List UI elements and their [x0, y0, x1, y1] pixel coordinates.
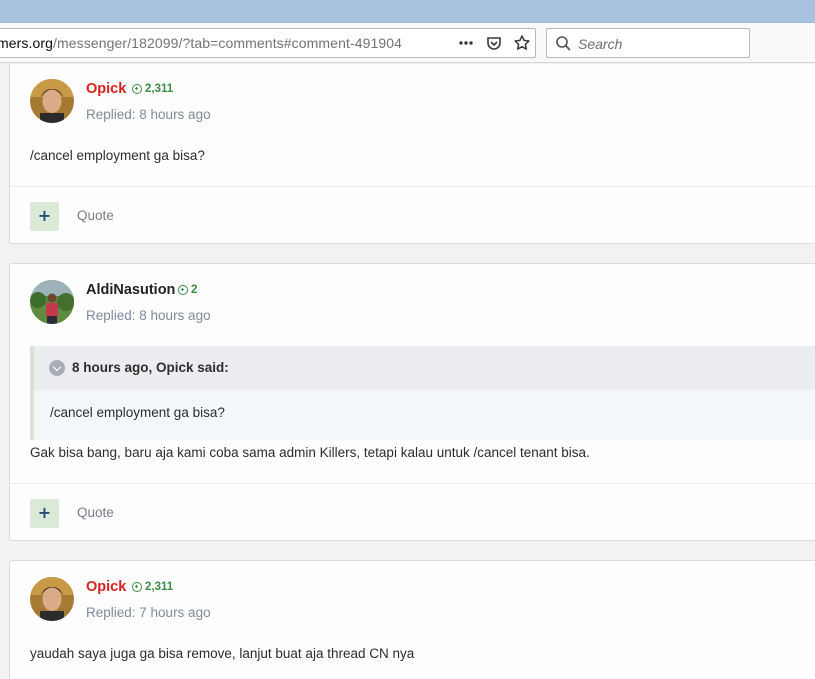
reply-time: Replied: 8 hours ago [86, 107, 211, 122]
avatar[interactable] [30, 280, 74, 324]
pocket-icon[interactable] [485, 34, 503, 52]
reputation-count: 2,311 [145, 581, 174, 593]
plus-icon: + [37, 206, 52, 225]
url-host: mers.org [0, 35, 54, 51]
reputation-badge: 2,311 [132, 83, 173, 95]
username[interactable]: AldiNasution [86, 282, 175, 298]
quote-header[interactable]: 8 hours ago, Opick said: [34, 346, 815, 390]
reputation-icon [132, 84, 142, 94]
bookmark-star-icon[interactable] [513, 34, 531, 52]
reputation-badge: 2,311 [132, 581, 173, 593]
search-box[interactable]: Search [546, 28, 750, 58]
url-path: /messenger/182099/?tab=comments#comment-… [53, 35, 403, 51]
quote-body: /cancel employment ga bisa? [34, 390, 815, 440]
avatar[interactable] [30, 577, 74, 621]
chevron-down-icon[interactable] [49, 360, 65, 376]
address-bar[interactable]: mers.org/messenger/182099/?tab=comments#… [0, 28, 536, 58]
quote-attribution: 8 hours ago, Opick said: [72, 360, 229, 375]
reputation-plus-button[interactable]: + [30, 499, 59, 528]
comments-feed: Opick 2,311 Replied: 8 hours ago /cancel… [0, 64, 815, 679]
comment-card: Opick 2,311 Replied: 7 hours ago yaudah … [9, 560, 815, 679]
reply-time: Replied: 8 hours ago [86, 308, 211, 323]
comment-text: Gak bisa bang, baru aja kami coba sama a… [30, 445, 590, 460]
plus-icon: + [37, 503, 52, 522]
search-placeholder: Search [578, 36, 623, 52]
username[interactable]: Opick [86, 81, 126, 97]
quote-button[interactable]: Quote [77, 505, 114, 520]
browser-toolbar: mers.org/messenger/182099/?tab=comments#… [0, 23, 815, 63]
username[interactable]: Opick [86, 579, 126, 595]
comment-card: Opick 2,311 Replied: 8 hours ago /cancel… [9, 64, 815, 244]
more-actions-icon[interactable] [457, 34, 475, 52]
search-icon [556, 36, 571, 51]
reputation-plus-button[interactable]: + [30, 202, 59, 231]
reputation-icon [178, 285, 188, 295]
reputation-count: 2 [191, 284, 198, 296]
divider [10, 186, 815, 187]
comment-card: AldiNasution 2 Replied: 8 hours ago 8 ho… [9, 263, 815, 541]
reputation-badge: 2 [178, 284, 197, 296]
avatar-image [30, 79, 74, 123]
reply-time: Replied: 7 hours ago [86, 605, 211, 620]
avatar[interactable] [30, 79, 74, 123]
window-titlebar [0, 0, 815, 23]
avatar-image [30, 280, 74, 324]
quoted-post: 8 hours ago, Opick said: /cancel employm… [30, 346, 815, 440]
comment-text: /cancel employment ga bisa? [30, 148, 205, 163]
comment-text: yaudah saya juga ga bisa remove, lanjut … [30, 646, 415, 661]
divider [10, 483, 815, 484]
quote-button[interactable]: Quote [77, 208, 114, 223]
avatar-image [30, 577, 74, 621]
reputation-count: 2,311 [145, 83, 174, 95]
reputation-icon [132, 582, 142, 592]
url-text[interactable]: mers.org/messenger/182099/?tab=comments#… [0, 35, 402, 51]
quote-text: /cancel employment ga bisa? [50, 405, 225, 420]
